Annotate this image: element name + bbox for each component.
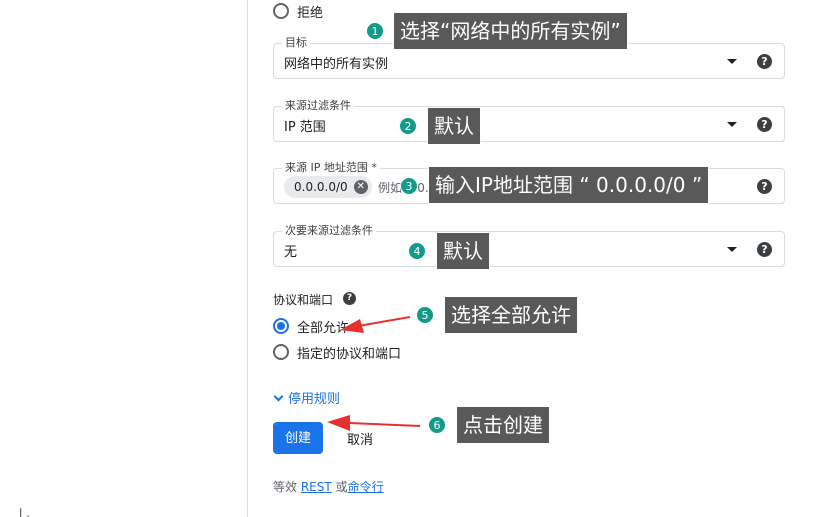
left-panel [0,0,248,517]
radio-deny[interactable] [273,3,289,19]
cancel-button[interactable]: 取消 [347,429,373,448]
step-badge-1: 1 [366,22,384,40]
secondary-filter-value: 无 [284,245,298,260]
radio-specified-protocols-label: 指定的协议和端口 [297,347,402,362]
callout-3: 输入IP地址范围 “ 0.0.0.0/0 ” [428,166,710,204]
secondary-filter-label: 次要来源过滤条件 [282,224,376,238]
disable-rule-toggle[interactable]: 停用规则 [273,388,340,407]
protocols-ports-label: 协议和端口 [273,293,334,307]
help-icon[interactable]: ? [757,54,772,69]
ip-chip-text: 0.0.0.0/0 [294,180,348,194]
disable-rule-label: 停用规则 [288,392,341,407]
equivalent-footer: 等效 REST 或命令行 [273,478,384,495]
target-label: 目标 [282,36,310,50]
rest-link[interactable]: REST [301,480,332,494]
chevron-down-icon[interactable] [727,59,737,64]
footer-or: 或 [335,480,348,494]
create-button[interactable]: 创建 [273,422,323,454]
chevron-down-icon[interactable] [727,247,737,252]
radio-deny-label: 拒绝 [297,6,324,21]
close-icon[interactable]: ✕ [353,180,368,194]
corner-glyph: 乚 [18,507,31,517]
help-icon[interactable]: ? [343,292,356,305]
source-ip-range-label: 来源 IP 地址范围 * [282,161,380,175]
chevron-down-icon[interactable] [727,122,737,127]
step-badge-5: 5 [416,306,434,324]
source-filter-value: IP 范围 [284,120,326,135]
callout-2: 默认 [427,107,481,145]
chevron-down-icon [273,391,284,402]
source-filter-label: 来源过滤条件 [282,99,354,113]
step-badge-6: 6 [428,416,446,434]
radio-allow-all-label: 全部允许 [297,321,350,336]
callout-1: 选择“网络中的所有实例” [393,12,628,50]
radio-allow-all[interactable] [273,318,289,334]
step-badge-4: 4 [408,242,426,260]
command-line-link[interactable]: 命令行 [348,480,384,494]
help-icon[interactable]: ? [757,117,772,132]
radio-specified-protocols[interactable] [273,344,289,360]
callout-5: 选择全部允许 [444,296,578,334]
arrow-to-allow-all [340,316,411,333]
footer-prefix: 等效 [273,480,298,494]
step-badge-3: 3 [400,177,418,195]
ip-chip[interactable]: 0.0.0.0/0 ✕ [284,176,372,198]
help-icon[interactable]: ? [757,179,772,194]
step-badge-2: 2 [399,117,417,135]
arrow-to-create-button [327,415,421,431]
help-icon[interactable]: ? [757,242,772,257]
target-value: 网络中的所有实例 [284,57,389,72]
secondary-filter-select[interactable]: 次要来源过滤条件 无 ? [273,224,785,267]
callout-4: 默认 [436,232,490,270]
source-filter-select[interactable]: 来源过滤条件 IP 范围 ? [273,99,785,142]
callout-6: 点击创建 [456,406,550,444]
